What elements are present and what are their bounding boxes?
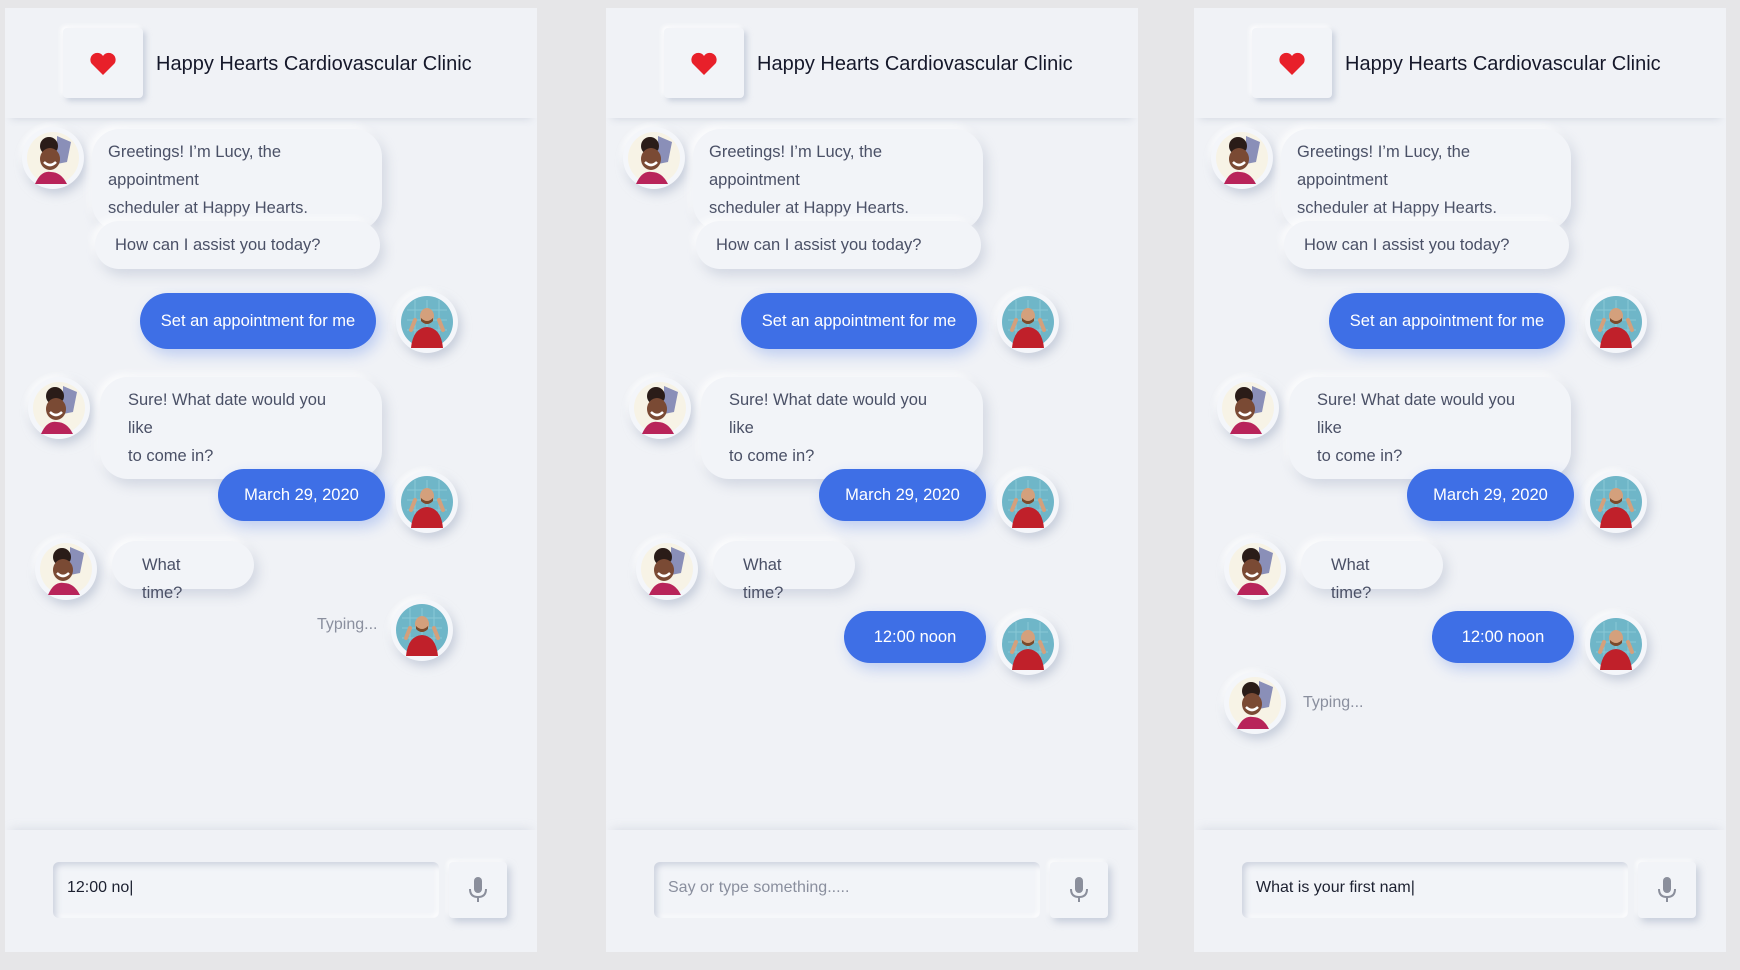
message-composer: 12:00 no| [5, 830, 537, 952]
bot-avatar [35, 538, 97, 600]
bot-message: Greetings! I’m Lucy, the appointment sche… [693, 129, 983, 231]
message-input[interactable]: Say or type something..... [654, 862, 1040, 918]
chat-panel-2: Happy Hearts Cardiovascular Clinic Greet… [606, 8, 1138, 952]
user-avatar [391, 599, 453, 661]
clinic-logo [63, 28, 143, 98]
bot-message: Sure! What date would you like to come in… [1289, 377, 1571, 479]
clinic-title: Happy Hearts Cardiovascular Clinic [1345, 53, 1661, 75]
bot-message: Greetings! I’m Lucy, the appointment sche… [1281, 129, 1571, 231]
message-composer: What is your first nam| [1194, 830, 1726, 952]
clinic-logo [1252, 28, 1332, 98]
heart-icon [1279, 52, 1305, 75]
user-avatar [997, 291, 1059, 353]
mic-button[interactable] [1050, 862, 1108, 918]
bot-avatar [629, 377, 691, 439]
chat-header: Happy Hearts Cardiovascular Clinic [606, 8, 1138, 118]
message-input[interactable]: What is your first nam| [1242, 862, 1628, 918]
user-message: March 29, 2020 [1407, 469, 1574, 521]
typing-indicator: Typing... [317, 616, 378, 633]
bot-message: Greetings! I’m Lucy, the appointment sche… [92, 129, 382, 231]
user-message: 12:00 noon [1432, 611, 1574, 663]
clinic-logo [664, 28, 744, 98]
typing-indicator: Typing... [1303, 694, 1364, 711]
user-avatar [1585, 613, 1647, 675]
clinic-title: Happy Hearts Cardiovascular Clinic [757, 53, 1073, 75]
user-avatar [396, 291, 458, 353]
bot-avatar [1224, 538, 1286, 600]
mic-button[interactable] [449, 862, 507, 918]
user-message: March 29, 2020 [218, 469, 385, 521]
message-composer: Say or type something..... [606, 830, 1138, 952]
bot-message: What time? [1301, 541, 1443, 602]
user-message: Set an appointment for me [741, 293, 977, 349]
user-avatar [1585, 291, 1647, 353]
bot-avatar [22, 127, 84, 189]
user-message: Set an appointment for me [1329, 293, 1565, 349]
message-input[interactable]: 12:00 no| [53, 862, 439, 918]
bot-message: How can I assist you today? [1284, 221, 1569, 269]
microphone-icon [469, 877, 487, 902]
bot-message: What time? [112, 541, 254, 602]
user-message: Set an appointment for me [140, 293, 376, 349]
bot-message: How can I assist you today? [95, 221, 380, 269]
chat-header: Happy Hearts Cardiovascular Clinic [1194, 8, 1726, 118]
bot-avatar [636, 538, 698, 600]
user-avatar [1585, 471, 1647, 533]
bot-avatar [1217, 377, 1279, 439]
user-avatar [997, 471, 1059, 533]
microphone-icon [1658, 877, 1676, 902]
bot-avatar [623, 127, 685, 189]
bot-message: What time? [713, 541, 855, 602]
clinic-title: Happy Hearts Cardiovascular Clinic [156, 53, 472, 75]
heart-icon [90, 52, 116, 75]
chat-panel-1: Happy Hearts Cardiovascular Clinic Greet… [5, 8, 537, 952]
mic-button[interactable] [1638, 862, 1696, 918]
heart-icon [691, 52, 717, 75]
bot-avatar [28, 377, 90, 439]
bot-message: How can I assist you today? [696, 221, 981, 269]
chat-header: Happy Hearts Cardiovascular Clinic [5, 8, 537, 118]
bot-message: Sure! What date would you like to come in… [100, 377, 382, 479]
user-avatar [396, 471, 458, 533]
microphone-icon [1070, 877, 1088, 902]
bot-avatar [1224, 672, 1286, 734]
bot-avatar [1211, 127, 1273, 189]
chat-panel-3: Happy Hearts Cardiovascular Clinic Greet… [1194, 8, 1726, 952]
user-message: 12:00 noon [844, 611, 986, 663]
bot-message: Sure! What date would you like to come in… [701, 377, 983, 479]
user-avatar [997, 613, 1059, 675]
user-message: March 29, 2020 [819, 469, 986, 521]
